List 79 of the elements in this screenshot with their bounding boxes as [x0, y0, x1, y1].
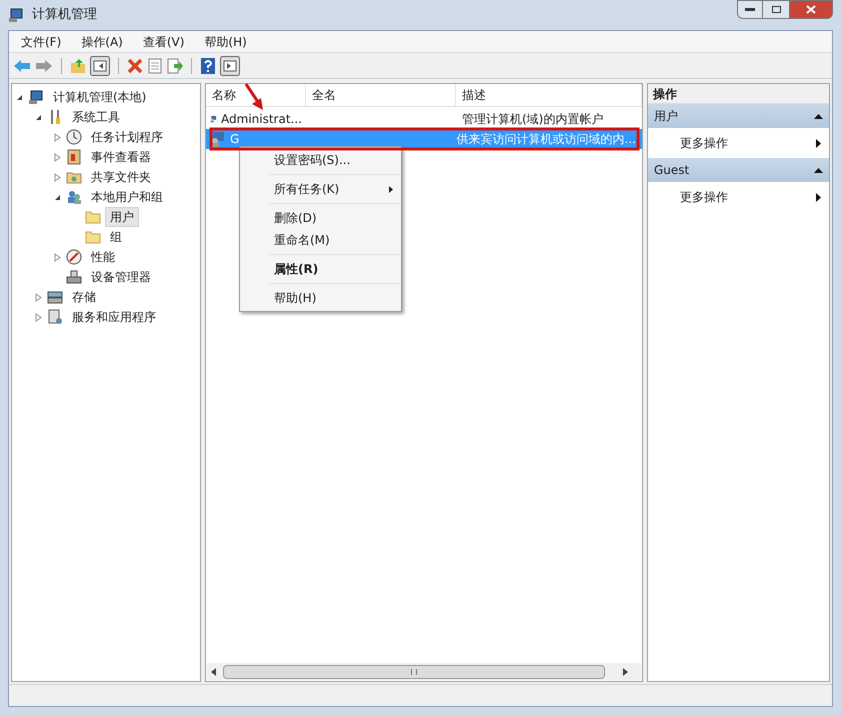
window-title: 计算机管理 [32, 6, 97, 24]
up-folder-icon[interactable] [70, 58, 86, 74]
computer-icon [28, 89, 44, 105]
context-menu-item[interactable]: 删除(D) [240, 207, 401, 229]
tree-item[interactable]: 性能 [86, 247, 120, 267]
storage-icon [47, 289, 63, 305]
tree-item[interactable]: 存储 [67, 287, 101, 307]
scrollbar-thumb[interactable] [223, 664, 605, 678]
tree-item[interactable]: 本地用户和组 [86, 187, 168, 207]
table-cell-text: 供来宾访问计算机或访问域的内... [456, 131, 637, 148]
device-icon [66, 269, 82, 285]
scroll-right-icon[interactable] [622, 668, 628, 676]
action-item[interactable]: 更多操作 [648, 128, 829, 158]
table-cell-text: 管理计算机(域)的内置帐户 [461, 111, 604, 128]
collapse-arrow-icon [814, 114, 823, 118]
menu-item[interactable]: 查看(V) [134, 32, 192, 50]
log-icon [66, 149, 82, 165]
column-header[interactable]: 描述 [456, 84, 642, 106]
pointer-arrow [244, 83, 263, 110]
context-menu-item[interactable]: 重命名(M) [240, 229, 401, 251]
services-icon [47, 309, 63, 325]
table-cell-text: Administrat... [221, 111, 302, 128]
tree-item[interactable]: 任务计划程序 [86, 127, 168, 147]
export-icon[interactable] [167, 58, 183, 74]
action-pane-toggle-icon[interactable] [220, 56, 240, 76]
context-menu-item[interactable]: 所有任务(K) [240, 178, 401, 200]
clock-icon [66, 129, 82, 145]
menu-item[interactable]: 操作(A) [73, 32, 131, 50]
collapse-arrow-icon[interactable] [53, 192, 62, 202]
expand-arrow-icon[interactable] [53, 152, 62, 162]
expand-arrow-icon[interactable] [34, 312, 43, 322]
tree-toggle-icon[interactable] [90, 56, 110, 76]
computer-icon [8, 7, 24, 23]
context-menu-item[interactable]: 属性(R) [240, 258, 401, 280]
collapse-arrow-icon[interactable] [15, 92, 24, 102]
menu-item[interactable]: 文件(F) [13, 32, 70, 50]
back-arrow-icon[interactable] [13, 58, 31, 72]
expand-arrow-icon[interactable] [53, 252, 62, 262]
collapse-arrow-icon[interactable] [34, 112, 43, 122]
list-row[interactable]: Administrat... 管理计算机(域)的内置帐户 [206, 109, 642, 129]
tree-item[interactable]: 设备管理器 [86, 267, 156, 287]
tree-item[interactable]: 用户 [105, 207, 139, 227]
delete-icon[interactable] [127, 58, 143, 74]
action-section-header[interactable]: 用户 [648, 104, 829, 128]
submenu-arrow-icon [816, 192, 821, 202]
tree-item[interactable]: 计算机管理(本地) [48, 87, 152, 107]
expand-arrow-icon[interactable] [53, 172, 62, 182]
submenu-arrow-icon [389, 186, 393, 192]
close-button[interactable] [789, 0, 833, 19]
gauge-icon [66, 249, 82, 265]
action-item[interactable]: 更多操作 [648, 182, 829, 212]
tree-item[interactable]: 系统工具 [67, 107, 125, 127]
actions-title: 操作 [648, 84, 829, 104]
menu-item[interactable]: 帮助(H) [196, 32, 255, 50]
user-icon [210, 131, 226, 147]
help-icon[interactable] [200, 58, 216, 74]
action-section-header[interactable]: Guest [648, 158, 829, 182]
maximize-button[interactable] [763, 0, 789, 19]
column-header[interactable]: 全名 [306, 84, 456, 106]
context-menu-item[interactable]: 设置密码(S)... [240, 149, 401, 171]
tree-item[interactable]: 组 [105, 227, 127, 247]
horizontal-scrollbar[interactable] [207, 663, 641, 680]
table-cell-text: G [230, 131, 240, 148]
context-menu-item[interactable]: 帮助(H) [240, 287, 401, 309]
tree-item[interactable]: 事件查看器 [86, 147, 156, 167]
expand-arrow-icon[interactable] [34, 292, 43, 302]
forward-arrow-icon[interactable] [35, 58, 53, 72]
expand-arrow-icon[interactable] [53, 132, 62, 142]
collapse-arrow-icon [814, 168, 823, 172]
folder-icon [85, 229, 101, 245]
tree-item[interactable]: 共享文件夹 [86, 167, 156, 187]
properties-icon[interactable] [147, 58, 163, 74]
scroll-left-icon[interactable] [210, 668, 216, 676]
submenu-arrow-icon [816, 138, 821, 148]
users-icon [66, 189, 82, 205]
tree-item[interactable]: 服务和应用程序 [67, 307, 161, 327]
minimize-button[interactable] [737, 0, 763, 19]
folder-icon [85, 209, 101, 225]
close-icon [806, 5, 816, 14]
